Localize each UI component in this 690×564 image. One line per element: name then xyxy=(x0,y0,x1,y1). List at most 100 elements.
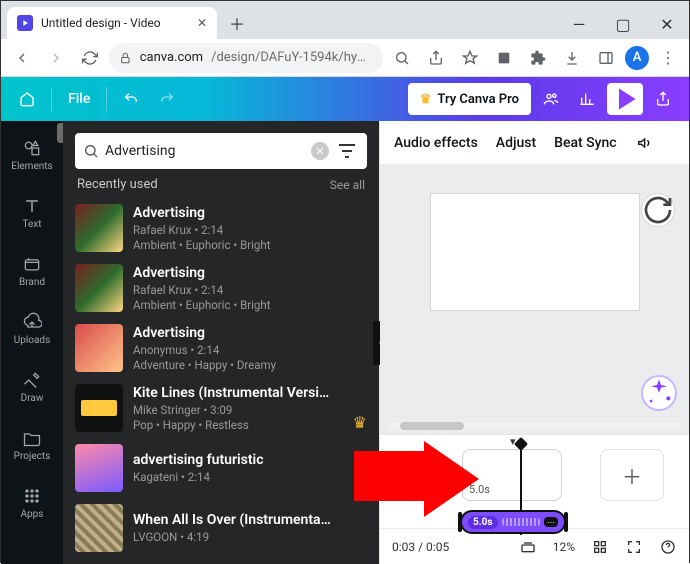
forward-button[interactable] xyxy=(41,43,71,73)
maximize-button[interactable]: ▢ xyxy=(601,9,645,39)
close-window-button[interactable]: ✕ xyxy=(645,9,689,39)
analytics-button[interactable] xyxy=(571,83,603,115)
timeline: ▾ 5.0s ＋ 5.0s ⋯ 0:03 / 0:05 12% xyxy=(380,434,689,564)
home-button[interactable] xyxy=(11,83,43,115)
try-pro-button[interactable]: ♛ Try Canva Pro xyxy=(408,83,531,115)
rail-text[interactable]: Text xyxy=(3,185,61,241)
pages-icon[interactable] xyxy=(519,538,537,556)
magic-button[interactable] xyxy=(641,375,677,411)
timeline-body[interactable]: ▾ 5.0s ＋ 5.0s ⋯ xyxy=(380,435,689,528)
redo-button[interactable] xyxy=(151,83,183,115)
sidepanel-icon[interactable] xyxy=(591,43,621,73)
reload-button[interactable] xyxy=(75,43,105,73)
rotate-button[interactable] xyxy=(641,193,675,227)
rail-label: Draw xyxy=(21,393,44,404)
rail-elements[interactable]: Elements xyxy=(3,127,61,183)
extension-icon-1[interactable] xyxy=(489,43,519,73)
profile-avatar[interactable]: A xyxy=(625,46,649,70)
track-title: advertising futuristic xyxy=(133,452,367,468)
address-bar[interactable]: canva.com /design/DAFuY-1594k/hyAr2I… xyxy=(109,43,383,73)
track-row[interactable]: When All Is Over (Instrumenta… LVGOON • … xyxy=(63,498,379,558)
track-title: When All Is Over (Instrumenta… xyxy=(133,512,367,528)
download-icon[interactable] xyxy=(557,43,587,73)
track-artist: Rafael Krux • 2:14 xyxy=(133,223,367,237)
present-button[interactable] xyxy=(607,83,643,115)
rail-brand[interactable]: Brand xyxy=(3,243,61,299)
rail-uploads[interactable]: Uploads xyxy=(3,301,61,357)
track-title: Kite Lines (Instrumental Versi… xyxy=(133,385,343,401)
audio-clip-duration: 5.0s xyxy=(468,516,498,529)
undo-button[interactable] xyxy=(115,83,147,115)
track-tags: Ambient • Euphoric • Bright xyxy=(133,298,367,312)
canvas-area: Audio effects Adjust Beat Sync ▾ 5.0s ＋ … xyxy=(379,121,689,564)
minimize-button[interactable]: ― xyxy=(557,9,601,39)
crown-icon: ♛ xyxy=(353,413,367,432)
left-rail: Elements Text Brand Uploads Draw Project… xyxy=(1,121,63,564)
filter-button[interactable] xyxy=(335,139,359,163)
file-menu[interactable]: File xyxy=(60,83,98,115)
audio-clip[interactable]: 5.0s ⋯ xyxy=(460,510,566,534)
rail-projects[interactable]: Projects xyxy=(3,417,61,473)
track-thumb xyxy=(75,324,123,372)
track-artist: Rafael Krux • 2:14 xyxy=(133,283,367,297)
audio-panel: ✕ Recently used See all Advertising Rafa… xyxy=(63,121,379,564)
back-button[interactable] xyxy=(7,43,37,73)
stage-wrap xyxy=(380,165,689,434)
zoom-icon[interactable] xyxy=(387,43,417,73)
star-icon[interactable] xyxy=(455,43,485,73)
browser-toolbar: canva.com /design/DAFuY-1594k/hyAr2I… A … xyxy=(1,39,689,77)
browser-tab[interactable]: Untitled design - Video ✕ xyxy=(7,7,217,39)
rail-label: Brand xyxy=(19,277,45,288)
track-tags: Ambient • Euphoric • Bright xyxy=(133,238,367,252)
track-row[interactable]: advertising futuristic Kagateni • 2:14 xyxy=(63,438,379,498)
audio-more-icon[interactable]: ⋯ xyxy=(544,517,558,527)
volume-icon[interactable] xyxy=(635,134,653,152)
track-list: Advertising Rafael Krux • 2:14 Ambient •… xyxy=(63,198,379,564)
url-path: /design/DAFuY-1594k/hyAr2I… xyxy=(211,50,373,65)
grid-view-icon[interactable] xyxy=(591,538,609,556)
help-icon[interactable] xyxy=(659,538,677,556)
video-clip[interactable]: 5.0s xyxy=(462,449,562,501)
fullscreen-icon[interactable] xyxy=(625,538,643,556)
crown-icon: ♛ xyxy=(420,92,432,107)
kebab-icon[interactable]: ⋮ xyxy=(653,43,683,73)
rail-apps[interactable]: Apps xyxy=(3,475,61,531)
add-clip-button[interactable]: ＋ xyxy=(600,449,664,501)
track-tags: Pop • Happy • Restless xyxy=(133,418,343,432)
track-row[interactable]: Advertising Anonymus • 2:14 Adventure • … xyxy=(63,318,379,378)
collaborators-button[interactable] xyxy=(535,83,567,115)
close-tab-icon[interactable]: ✕ xyxy=(197,16,207,30)
window-controls: ― ▢ ✕ xyxy=(557,9,689,39)
search-input[interactable] xyxy=(105,143,305,159)
track-title: Advertising xyxy=(133,325,367,341)
main-area: Elements Text Brand Uploads Draw Project… xyxy=(1,121,689,564)
url-domain: canva.com xyxy=(140,50,203,65)
clear-search-button[interactable]: ✕ xyxy=(311,142,329,160)
section-header: Recently used See all xyxy=(63,177,379,198)
rail-draw[interactable]: Draw xyxy=(3,359,61,415)
track-thumb xyxy=(75,204,123,252)
track-row[interactable]: Kite Lines (Instrumental Versi… Mike Str… xyxy=(63,378,379,438)
tab-title: Untitled design - Video xyxy=(41,16,161,30)
ctx-beat-sync[interactable]: Beat Sync xyxy=(554,135,616,151)
ctx-adjust[interactable]: Adjust xyxy=(496,135,536,151)
rail-label: Projects xyxy=(14,451,51,462)
section-title: Recently used xyxy=(77,177,158,192)
see-all-link[interactable]: See all xyxy=(330,178,365,192)
horizontal-scrollbar[interactable] xyxy=(388,422,681,430)
zoom-level[interactable]: 12% xyxy=(553,540,575,554)
track-row[interactable]: Advertising Rafael Krux • 2:14 Ambient •… xyxy=(63,258,379,318)
new-tab-button[interactable]: ＋ xyxy=(223,9,251,37)
search-box[interactable]: ✕ xyxy=(75,133,367,169)
canva-header: File ♛ Try Canva Pro xyxy=(1,77,689,121)
track-thumb xyxy=(75,264,123,312)
puzzle-icon[interactable] xyxy=(523,43,553,73)
track-row[interactable]: Advertising Rafael Krux • 2:14 Ambient •… xyxy=(63,198,379,258)
clip-duration: 5.0s xyxy=(469,483,490,496)
share-button[interactable] xyxy=(647,83,679,115)
canva-favicon xyxy=(17,15,33,31)
video-canvas[interactable] xyxy=(430,193,640,311)
share-icon[interactable] xyxy=(421,43,451,73)
rail-label: Apps xyxy=(21,509,44,520)
ctx-audio-effects[interactable]: Audio effects xyxy=(394,135,478,151)
